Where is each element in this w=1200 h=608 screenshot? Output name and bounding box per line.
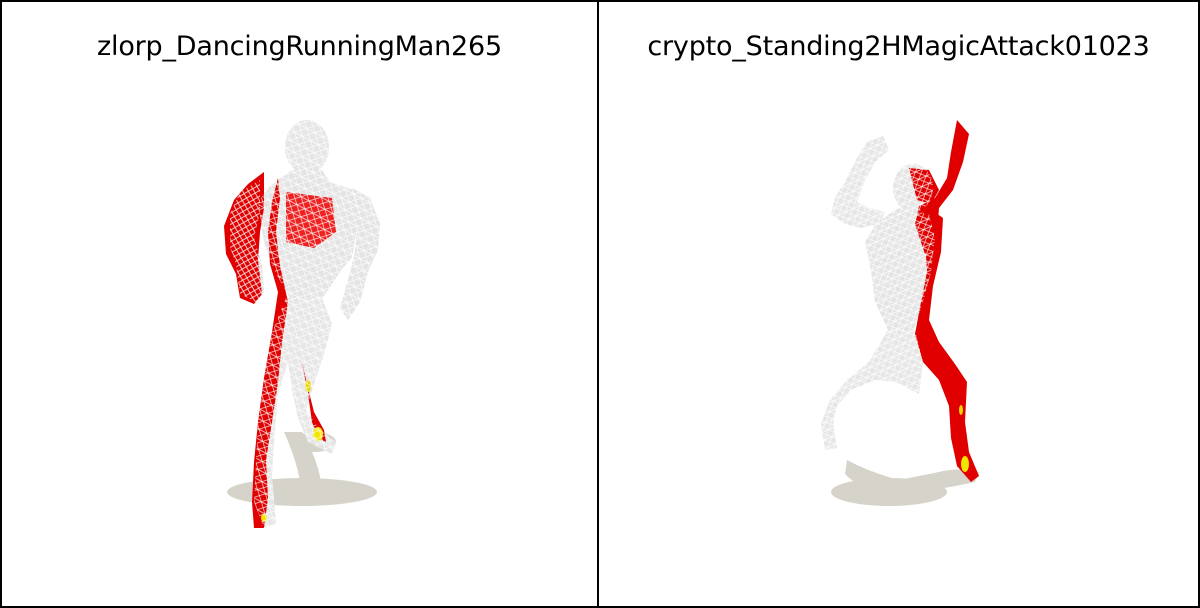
mesh-render-dancing-man bbox=[224, 120, 380, 528]
mesh-render-magic-attack bbox=[821, 120, 979, 506]
wireframe-overlay bbox=[821, 136, 935, 450]
viewport-left[interactable]: zlorp_DancingRunningMan265 bbox=[2, 2, 599, 606]
ground-shadow bbox=[831, 460, 979, 506]
ground-shadow bbox=[227, 432, 377, 506]
dual-mesh-viewer: zlorp_DancingRunningMan265 crypto_Standi… bbox=[0, 0, 1200, 608]
viewport-right[interactable]: crypto_Standing2HMagicAttack01023 bbox=[599, 2, 1198, 606]
